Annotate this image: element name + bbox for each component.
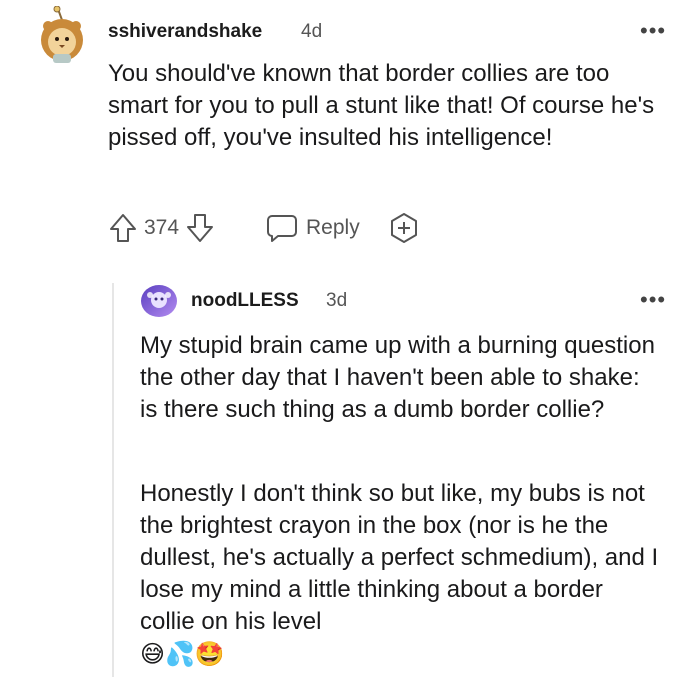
- add-award-icon: [388, 212, 420, 244]
- avatar[interactable]: [36, 5, 88, 64]
- reply-username[interactable]: noodLLESS: [191, 290, 299, 312]
- more-options-button[interactable]: •••: [640, 20, 666, 42]
- reply-button[interactable]: Reply: [266, 210, 360, 246]
- comment-username[interactable]: sshiverandshake: [108, 21, 262, 43]
- comment-body: You should've known that border collies …: [108, 60, 655, 151]
- avatar[interactable]: [140, 283, 178, 319]
- thread-line[interactable]: [112, 283, 114, 677]
- add-award-button[interactable]: [388, 212, 420, 249]
- downvote-icon[interactable]: [185, 212, 215, 244]
- reply-age: 3d: [326, 290, 348, 311]
- reply-emojis: 😅💦🤩: [140, 640, 225, 668]
- upvote-icon[interactable]: [108, 212, 138, 244]
- comment-age: 4d: [301, 21, 323, 42]
- reply-label: Reply: [306, 216, 360, 239]
- more-options-button[interactable]: •••: [640, 289, 666, 311]
- reply-paragraph: Honestly I don't think so but like, my b…: [140, 480, 659, 635]
- reply-paragraph: My stupid brain came up with a burning q…: [140, 332, 655, 423]
- vote-controls: 374: [108, 210, 215, 246]
- vote-count: 374: [144, 216, 180, 239]
- speech-bubble-icon: [266, 213, 298, 243]
